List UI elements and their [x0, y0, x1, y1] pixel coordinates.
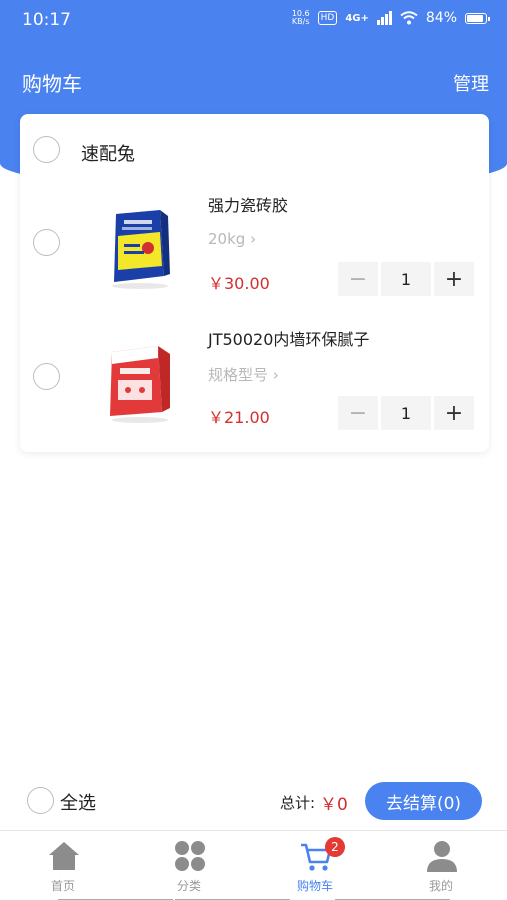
checkout-bar: 全选 总计: ￥0 去结算(0) [0, 776, 507, 826]
decrease-button[interactable]: − [338, 262, 378, 296]
quantity-stepper: − 1 + [338, 396, 477, 430]
tab-label: 首页 [50, 879, 75, 893]
wifi-icon [400, 11, 418, 25]
tab-cart[interactable]: 2 购物车 [252, 831, 378, 900]
quantity-value[interactable]: 1 [381, 396, 431, 430]
tab-category[interactable]: 分类 [126, 831, 252, 900]
select-all-radio[interactable] [27, 787, 54, 814]
product-name[interactable]: 强力瓷砖胶 [208, 192, 288, 216]
status-icons: 10.6 KB/s HD 4G+ 84% [292, 10, 490, 26]
product-image [110, 346, 170, 423]
quantity-stepper: − 1 + [338, 262, 477, 296]
item-select-radio[interactable] [33, 363, 60, 390]
category-icon [175, 841, 205, 871]
product-spec[interactable]: 规格型号 › [208, 364, 279, 385]
select-all-label[interactable]: 全选 [60, 789, 96, 815]
cart-count-badge: 2 [325, 837, 345, 857]
total-label: 总计: [280, 794, 316, 812]
chevron-right-icon: › [272, 366, 279, 384]
status-time: 10:17 [22, 10, 71, 30]
increase-button[interactable]: + [434, 396, 474, 430]
tab-profile[interactable]: 我的 [378, 831, 504, 900]
product-price: ￥21.00 [208, 408, 270, 427]
decrease-button[interactable]: − [338, 396, 378, 430]
network-speed: 10.6 KB/s [292, 10, 310, 26]
shop-name: 速配兔 [81, 144, 135, 165]
cart-item: 强力瓷砖胶 20kg › ￥30.00 − 1 + [20, 178, 489, 308]
manage-button[interactable]: 管理 [453, 70, 489, 96]
quantity-value[interactable]: 1 [381, 262, 431, 296]
speed-unit: KB/s [291, 17, 310, 26]
tab-bar: 首页 分类 2 购物车 我的 [0, 830, 507, 900]
page-title: 购物车 [22, 72, 82, 96]
product-spec[interactable]: 20kg › [208, 230, 256, 248]
total-value: ￥0 [320, 795, 348, 815]
cart-item: JT50020内墙环保腻子 规格型号 › ￥21.00 − 1 + [20, 312, 489, 442]
tab-label: 我的 [428, 879, 453, 893]
checkout-button[interactable]: 去结算(0) [365, 782, 482, 820]
spec-label: 20kg [208, 230, 246, 248]
network-type: 4G+ [345, 12, 369, 24]
product-name[interactable]: JT50020内墙环保腻子 [208, 326, 369, 350]
cart-card: 速配兔 强力瓷砖胶 20kg › ￥30.00 − 1 + JT50020内墙环… [20, 114, 489, 452]
chevron-right-icon: › [250, 230, 257, 248]
spec-label: 规格型号 [208, 366, 269, 384]
status-bar: 10:17 10.6 KB/s HD 4G+ 84% [0, 0, 507, 40]
shop-select-radio[interactable] [33, 136, 60, 163]
increase-button[interactable]: + [434, 262, 474, 296]
product-image [112, 210, 170, 289]
product-price: ￥30.00 [208, 274, 270, 293]
tab-home[interactable]: 首页 [0, 831, 126, 900]
user-icon [427, 841, 457, 872]
tab-label: 购物车 [296, 879, 333, 893]
hd-icon: HD [317, 11, 338, 25]
tab-label: 分类 [176, 879, 201, 893]
battery-text: 84% [425, 10, 457, 26]
battery-icon [465, 12, 490, 24]
signal-icon [376, 11, 392, 25]
item-select-radio[interactable] [33, 229, 60, 256]
home-icon [49, 842, 79, 870]
